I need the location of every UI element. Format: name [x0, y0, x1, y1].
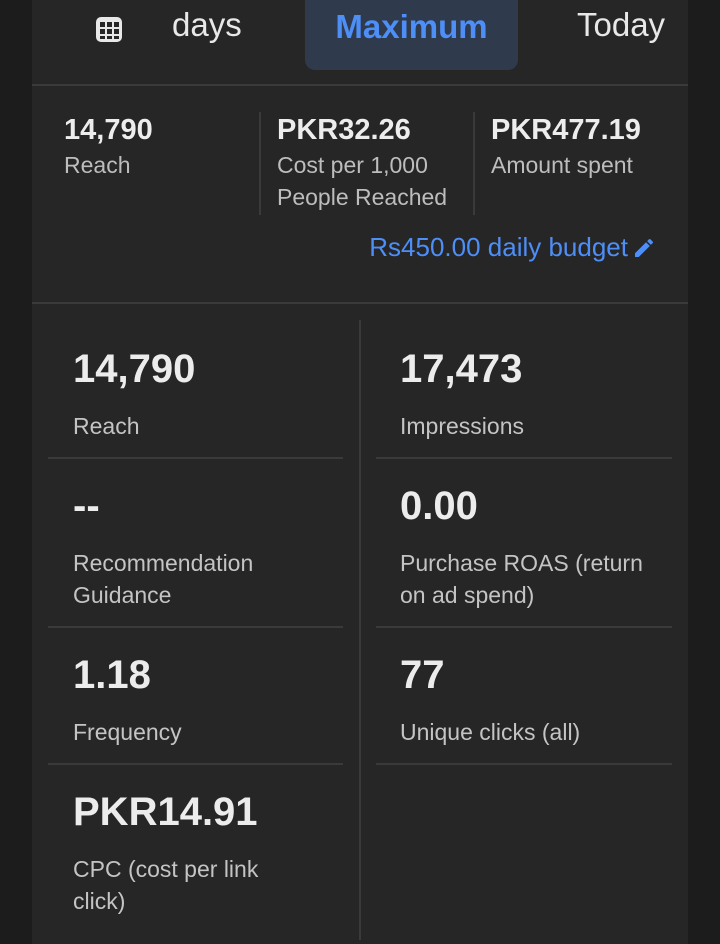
metric-value: PKR14.91 — [73, 790, 258, 834]
row-divider — [48, 457, 343, 459]
metric-frequency[interactable]: 1.18 Frequency — [73, 650, 182, 748]
metric-label: Unique clicks (all) — [400, 719, 581, 745]
tab-days[interactable]: days — [172, 6, 242, 44]
metric-label: Impressions — [400, 413, 524, 439]
summary-reach: 14,790 Reach — [64, 112, 153, 181]
calendar-grid-icon[interactable] — [94, 14, 124, 44]
metric-cpc[interactable]: PKR14.91 CPC (cost per link click) — [73, 787, 258, 917]
metric-value: 17,473 — [400, 347, 523, 391]
row-divider — [48, 763, 343, 765]
metric-value: 1.18 — [73, 653, 151, 697]
date-range-tabs: days Maximum Today — [32, 0, 688, 86]
summary-cpm-label-line2: People Reached — [277, 184, 448, 210]
summary-spent-value: PKR477.19 — [491, 114, 641, 146]
tab-maximum[interactable]: Maximum — [305, 0, 518, 70]
summary-cpm: PKR32.26 Cost per 1,000 People Reached — [277, 112, 447, 213]
row-divider — [376, 626, 672, 628]
metric-impressions[interactable]: 17,473 Impressions — [400, 344, 524, 442]
metric-purchase-roas[interactable]: 0.00 Purchase ROAS (return on ad spend) — [400, 481, 643, 611]
row-divider — [376, 763, 672, 765]
metric-unique-clicks[interactable]: 77 Unique clicks (all) — [400, 650, 580, 748]
metric-label: CPC (cost per link — [73, 856, 259, 882]
daily-budget-link[interactable]: Rs450.00 daily budget — [369, 232, 656, 263]
daily-budget-label[interactable]: Rs450.00 daily budget — [369, 232, 628, 263]
summary-spent: PKR477.19 Amount spent — [491, 112, 641, 181]
grid-column-divider — [359, 320, 361, 940]
summary-cpm-label-line1: Cost per 1,000 — [277, 152, 428, 178]
summary-section: 14,790 Reach PKR32.26 Cost per 1,000 Peo… — [32, 88, 688, 304]
tab-today[interactable]: Today — [577, 6, 665, 44]
metric-label: Purchase ROAS (return — [400, 550, 643, 576]
metric-label: Recommendation — [73, 550, 254, 576]
metric-value: 77 — [400, 653, 445, 697]
pencil-icon[interactable] — [632, 236, 656, 260]
summary-spent-label: Amount spent — [491, 152, 633, 178]
summary-reach-label: Reach — [64, 152, 131, 178]
metric-value: -- — [73, 484, 100, 528]
insights-panel: days Maximum Today 14,790 Reach PKR32.26… — [32, 0, 688, 944]
metric-label: Frequency — [73, 719, 182, 745]
metric-label-line2: Guidance — [73, 582, 172, 608]
metric-label-line2: click) — [73, 888, 126, 914]
metric-label: Reach — [73, 413, 140, 439]
metric-value: 14,790 — [73, 347, 196, 391]
metric-label-line2: on ad spend) — [400, 582, 535, 608]
row-divider — [48, 626, 343, 628]
metric-reach[interactable]: 14,790 Reach — [73, 344, 195, 442]
metric-value: 0.00 — [400, 484, 478, 528]
summary-divider — [473, 112, 475, 215]
summary-cpm-value: PKR32.26 — [277, 114, 411, 146]
summary-divider — [259, 112, 261, 215]
metric-recommendation-guidance[interactable]: -- Recommendation Guidance — [73, 481, 253, 611]
row-divider — [376, 457, 672, 459]
metrics-grid: 14,790 Reach 17,473 Impressions -- Recom… — [32, 306, 688, 944]
summary-reach-value: 14,790 — [64, 114, 153, 146]
